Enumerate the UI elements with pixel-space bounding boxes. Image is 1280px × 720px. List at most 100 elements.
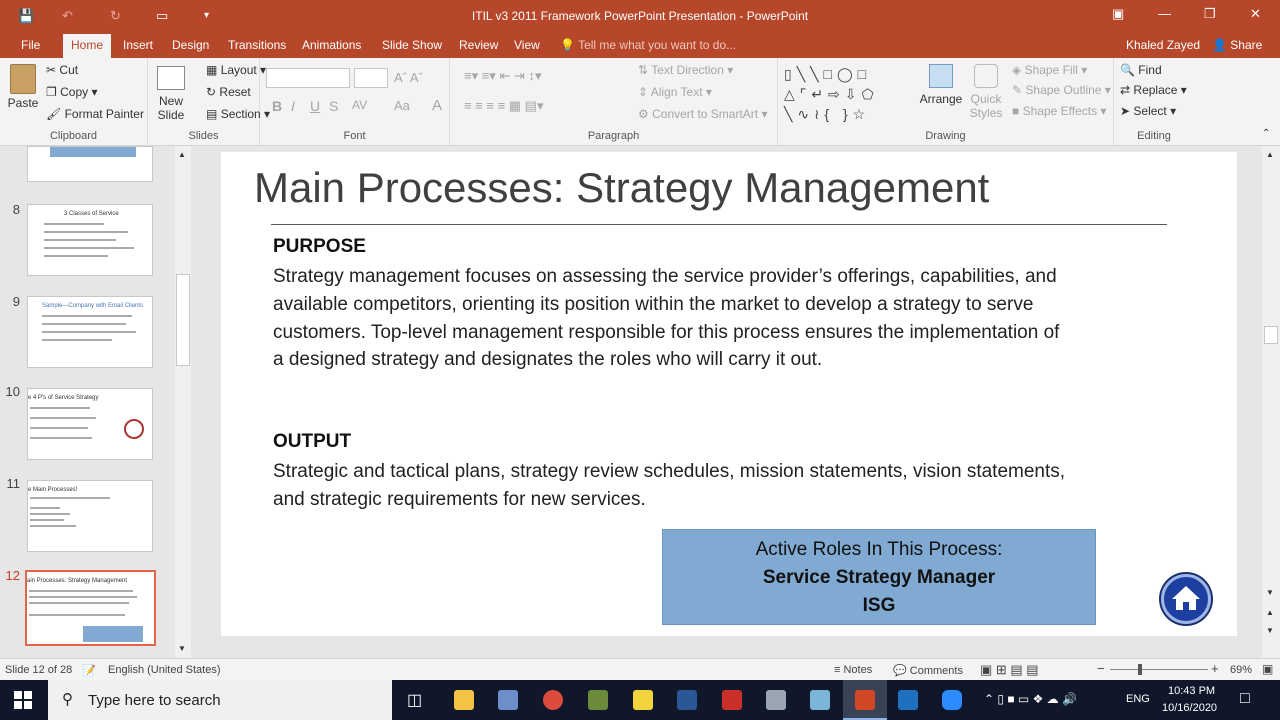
find-button[interactable]: 🔍 Find <box>1120 63 1162 77</box>
zoom-out-button[interactable]: − <box>1097 661 1105 676</box>
tell-me-search[interactable]: 💡 Tell me what you want to do... <box>560 38 736 52</box>
system-tray-icons[interactable]: ⌃ ▯ ■ ▭ ❖ ☁ 🔊 <box>984 692 1077 706</box>
comments-button[interactable]: 💬 Comments <box>893 664 963 677</box>
zoom-in-button[interactable]: + <box>1211 661 1219 676</box>
spelling-icon[interactable]: 📝 <box>82 664 96 677</box>
align-text-button[interactable]: ⇕ Align Text ▾ <box>638 85 712 99</box>
fit-to-window-icon[interactable]: ▣ <box>1262 662 1273 676</box>
shapes-gallery[interactable]: ▯╲╲□◯□ △⌜↵⇨⇩⬠ ╲∿≀{ }☆ <box>784 64 908 124</box>
file-explorer-icon[interactable] <box>454 690 474 710</box>
zoom-slider-thumb[interactable] <box>1138 664 1142 675</box>
share-button[interactable]: 👤 Share <box>1212 38 1262 52</box>
shape-fill-button[interactable]: ◈ Shape Fill ▾ <box>1012 63 1087 77</box>
convert-smartart-button[interactable]: ⚙ Convert to SmartArt ▾ <box>638 107 768 121</box>
purpose-heading[interactable]: PURPOSE <box>273 236 366 258</box>
alignment-buttons[interactable]: ≡ ≡ ≡ ≡ ▦ ▤▾ <box>464 98 544 114</box>
select-button[interactable]: ➤ Select ▾ <box>1120 104 1176 118</box>
task-view-icon[interactable]: ◫ <box>407 690 422 710</box>
app-icon[interactable] <box>810 690 830 710</box>
new-slide-button[interactable]: New Slide <box>152 62 190 128</box>
underline-button[interactable]: U <box>310 98 320 114</box>
powerpoint-active-tab[interactable] <box>843 680 887 720</box>
shape-outline-button[interactable]: ✎ Shape Outline ▾ <box>1012 83 1111 97</box>
font-grow-shrink[interactable]: Aˆ Aˇ <box>394 70 423 85</box>
tab-view[interactable]: View <box>514 38 540 52</box>
zoom-slider[interactable] <box>1110 664 1208 675</box>
3d-viewer-icon[interactable] <box>498 690 518 710</box>
user-name[interactable]: Khaled Zayed <box>1126 38 1200 52</box>
scroll-up-arrow[interactable]: ▲ <box>1266 150 1274 159</box>
list-buttons[interactable]: ≡▾ ≡▾ ⇤ ⇥ ↕▾ <box>464 68 541 84</box>
slide-title[interactable]: Main Processes: Strategy Management <box>254 164 989 212</box>
app-icon[interactable] <box>588 690 608 710</box>
app-icon[interactable] <box>766 690 786 710</box>
active-roles-box[interactable]: Active Roles In This Process: Service St… <box>662 529 1096 625</box>
arrange-button[interactable]: Arrange <box>918 64 964 126</box>
paste-button[interactable]: Paste <box>6 62 40 124</box>
chrome-icon[interactable] <box>543 690 563 710</box>
thumbnail-scrollbar[interactable]: ▲ ▼ <box>175 146 191 658</box>
view-buttons[interactable]: ▣ ⊞ ▤ ▤ <box>980 662 1039 678</box>
slide-scrollbar[interactable]: ▲ ▼ ▲ ▼ <box>1262 146 1280 658</box>
notifications-icon[interactable]: □ <box>1240 690 1250 708</box>
scrollbar-thumb[interactable] <box>176 274 190 366</box>
ribbon-display-options-icon[interactable]: ▣ <box>1112 6 1124 22</box>
scroll-down-arrow[interactable]: ▼ <box>1266 588 1274 597</box>
tab-animations[interactable]: Animations <box>302 38 361 52</box>
slide[interactable]: Main Processes: Strategy Management PURP… <box>221 152 1237 636</box>
cut-button[interactable]: ✂ Cut <box>46 63 78 77</box>
previous-slide-arrow[interactable]: ▲ <box>1266 608 1274 617</box>
shadow-button[interactable]: S <box>329 98 338 114</box>
restore-button[interactable]: ❐ <box>1204 6 1216 22</box>
copy-button[interactable]: ❐ Copy ▾ <box>46 85 97 99</box>
italic-button[interactable]: I <box>291 98 295 114</box>
acrobat-icon[interactable] <box>722 690 742 710</box>
slide-thumbnail[interactable] <box>27 146 153 182</box>
font-name-field[interactable] <box>266 68 350 88</box>
tab-file[interactable]: File <box>21 38 40 52</box>
windows-start-button[interactable] <box>14 691 32 709</box>
output-heading[interactable]: OUTPUT <box>273 431 351 453</box>
scroll-down-arrow[interactable]: ▼ <box>178 644 186 653</box>
close-button[interactable]: ✕ <box>1250 6 1261 22</box>
clock-date[interactable]: 10/16/2020 <box>1162 702 1217 714</box>
format-painter-button[interactable]: 🖌 Format Painter <box>46 107 144 121</box>
slide-thumbnail[interactable]: e 4 P's of Service Strategy <box>27 388 153 460</box>
output-text[interactable]: Strategic and tactical plans, strategy r… <box>273 458 1073 514</box>
clock-time[interactable]: 10:43 PM <box>1168 685 1215 697</box>
scrollbar-thumb[interactable] <box>1264 326 1278 344</box>
font-color-button[interactable]: A <box>432 97 442 114</box>
language-indicator[interactable]: English (United States) <box>108 664 221 676</box>
scroll-up-arrow[interactable]: ▲ <box>178 150 186 159</box>
collapse-ribbon-icon[interactable]: ⌃ <box>1262 128 1270 139</box>
tab-design[interactable]: Design <box>172 38 209 52</box>
input-language[interactable]: ENG <box>1126 693 1150 705</box>
bold-button[interactable]: B <box>272 98 282 114</box>
taskbar-search[interactable]: ⚲ Type here to search <box>48 680 392 720</box>
minimize-button[interactable]: — <box>1158 6 1171 21</box>
char-spacing-button[interactable]: AV <box>352 98 367 112</box>
next-slide-arrow[interactable]: ▼ <box>1266 626 1274 635</box>
tab-transitions[interactable]: Transitions <box>228 38 286 52</box>
tab-review[interactable]: Review <box>459 38 498 52</box>
tab-home[interactable]: Home <box>63 34 112 58</box>
slide-thumbnail-current[interactable]: ain Processes: Strategy Management <box>25 570 156 646</box>
home-button[interactable] <box>1161 574 1211 624</box>
purpose-text[interactable]: Strategy management focuses on assessing… <box>273 263 1073 374</box>
replace-button[interactable]: ⇄ Replace ▾ <box>1120 83 1187 97</box>
tab-slide-show[interactable]: Slide Show <box>382 38 442 52</box>
slide-thumbnail[interactable]: 3 Classes of Service <box>27 204 153 276</box>
word-icon[interactable] <box>677 690 697 710</box>
app-icon[interactable] <box>898 690 918 710</box>
font-size-field[interactable] <box>354 68 388 88</box>
reset-button[interactable]: ↻ Reset <box>206 85 251 99</box>
notes-button[interactable]: ≡ Notes <box>834 664 872 676</box>
zoom-app-icon[interactable] <box>942 690 962 710</box>
slide-thumbnail[interactable]: Sample—Company with Email Clients <box>27 296 153 368</box>
layout-button[interactable]: ▦ Layout ▾ <box>206 63 266 77</box>
quick-styles-button[interactable]: Quick Styles <box>966 64 1006 126</box>
text-direction-button[interactable]: ⇅ Text Direction ▾ <box>638 63 733 77</box>
tab-insert[interactable]: Insert <box>123 38 153 52</box>
slide-thumbnail[interactable]: e Main Processes! <box>27 480 153 552</box>
shape-effects-button[interactable]: ■ Shape Effects ▾ <box>1012 104 1106 118</box>
